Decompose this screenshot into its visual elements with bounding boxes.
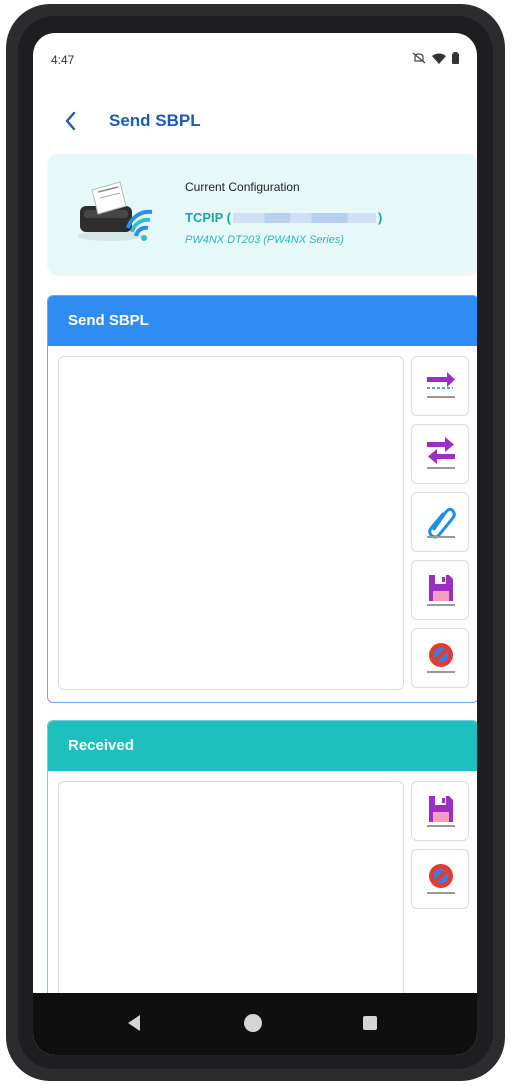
mute-icon bbox=[412, 52, 426, 64]
status-time: 4:47 bbox=[51, 53, 75, 67]
battery-icon bbox=[452, 52, 459, 64]
back-button[interactable] bbox=[59, 109, 83, 133]
received-save-button[interactable] bbox=[411, 781, 469, 841]
connection-info: TCPIP ( ) bbox=[185, 210, 382, 225]
clear-icon bbox=[427, 643, 455, 673]
connection-type: TCPIP ( bbox=[185, 210, 231, 225]
send-panel-header: Send SBPL bbox=[48, 296, 477, 346]
app-screen: 4:47 Send SBPL Current Configuration TCP… bbox=[33, 33, 477, 1055]
wifi-icon bbox=[432, 53, 446, 64]
system-navigation-bar bbox=[33, 993, 477, 1055]
send-data-icon bbox=[427, 372, 455, 398]
send-receive-icon bbox=[427, 437, 455, 469]
top-app-bar: Send SBPL bbox=[33, 103, 477, 139]
attach-file-icon bbox=[427, 507, 456, 539]
redacted-address bbox=[233, 212, 376, 223]
nav-home-icon[interactable] bbox=[244, 1014, 262, 1032]
connection-close: ) bbox=[378, 210, 383, 225]
send-text-input[interactable] bbox=[58, 356, 404, 690]
clear-icon bbox=[427, 864, 455, 894]
send-receive-button[interactable] bbox=[411, 424, 469, 484]
current-configuration-card[interactable]: Current Configuration TCPIP ( ) PW4NX DT… bbox=[48, 154, 477, 274]
nav-recent-apps-icon[interactable] bbox=[363, 1016, 377, 1030]
configuration-label: Current Configuration bbox=[185, 180, 300, 194]
printer-model: PW4NX DT203 (PW4NX Series) bbox=[185, 234, 344, 246]
page-title: Send SBPL bbox=[109, 111, 201, 130]
send-button[interactable] bbox=[411, 356, 469, 416]
attach-file-button[interactable] bbox=[411, 492, 469, 552]
save-button[interactable] bbox=[411, 560, 469, 620]
wireless-printer-icon bbox=[78, 181, 153, 241]
received-panel-header: Received bbox=[48, 721, 477, 771]
save-icon bbox=[427, 575, 455, 606]
status-bar: 4:47 bbox=[33, 33, 477, 89]
send-sbpl-panel: Send SBPL bbox=[47, 295, 477, 703]
clear-button[interactable] bbox=[411, 628, 469, 688]
chevron-left-icon bbox=[65, 111, 76, 131]
nav-back-icon[interactable] bbox=[126, 1013, 142, 1033]
status-icons bbox=[412, 52, 459, 64]
save-icon bbox=[427, 796, 455, 827]
received-clear-button[interactable] bbox=[411, 849, 469, 909]
